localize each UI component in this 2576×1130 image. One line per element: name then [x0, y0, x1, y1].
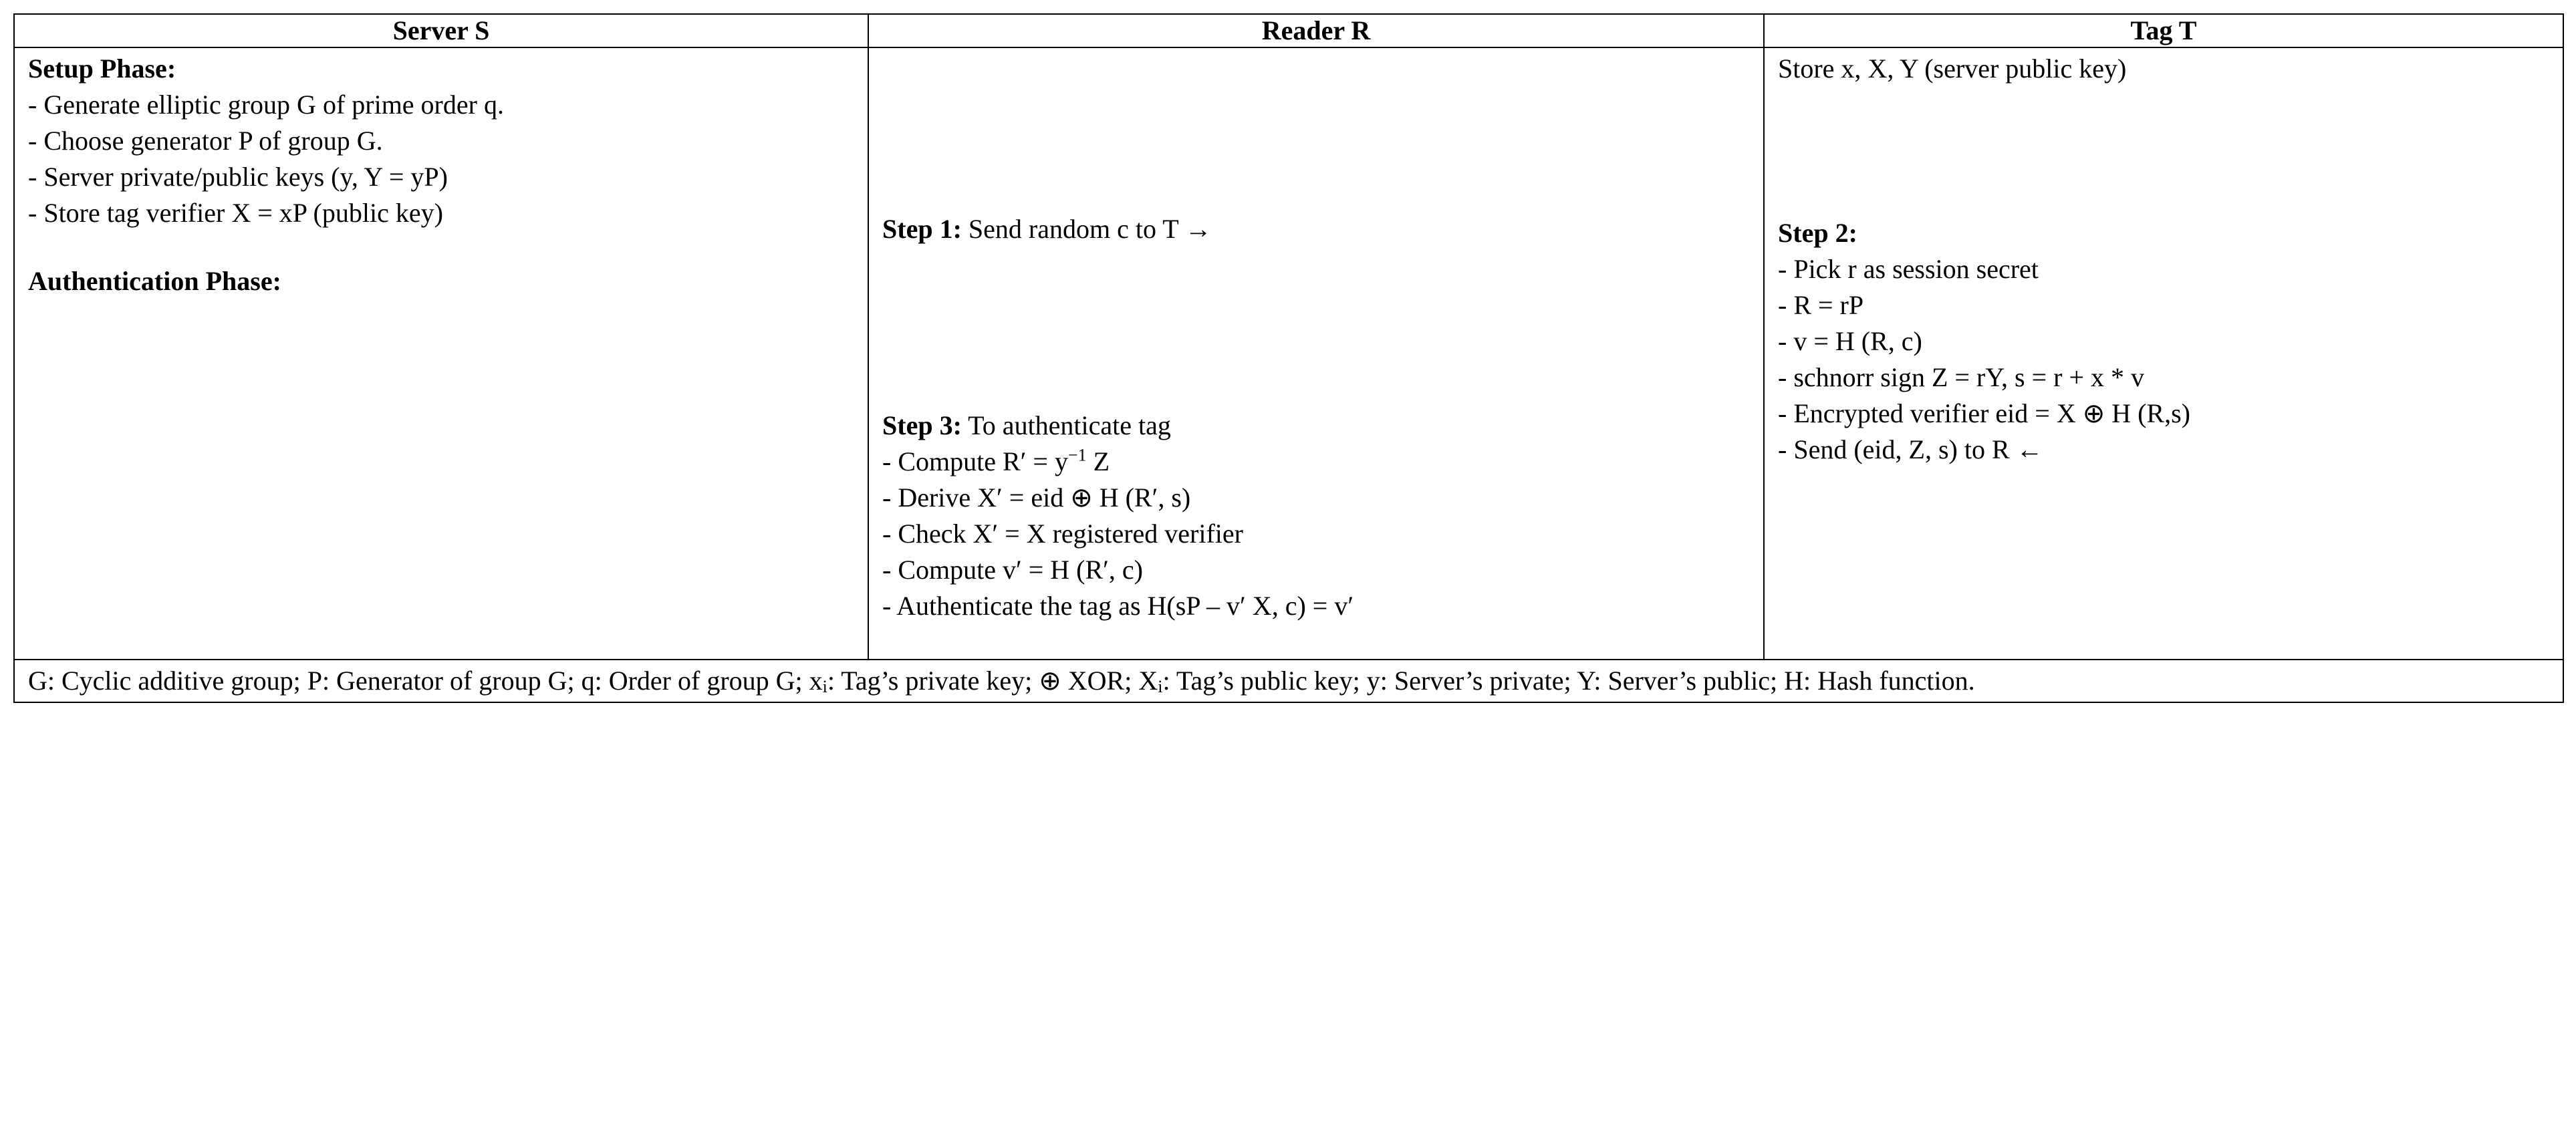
legend-mid1: : Tag’s private key; ⊕ XOR; X — [827, 666, 1158, 696]
step-2d: - schnorr sign Z = rY, s = r + x * v — [1778, 360, 2555, 396]
step-1: Step 1: Send random c to T → — [882, 211, 1755, 247]
step-3d: - Compute v′ = H (R′, c) — [882, 552, 1755, 588]
step-2e: - Encrypted verifier eid = X ⊕ H (R,s) — [1778, 396, 2555, 432]
legend: G: Cyclic additive group; P: Generator o… — [14, 660, 2563, 702]
step-3: Step 3: To authenticate tag — [882, 408, 1755, 444]
legend-pre: G: Cyclic additive group; P: Generator o… — [28, 666, 823, 696]
setup-line-2: - Choose generator P of group G. — [28, 123, 860, 159]
step-3e: - Authenticate the tag as H(sP – v′ X, c… — [882, 588, 1755, 624]
tag-cell: Store x, X, Y (server public key) Step 2… — [1764, 47, 2563, 660]
step-3-label: Step 3: — [882, 410, 962, 440]
header-tag: Tag T — [1764, 14, 2563, 47]
step-2c: - v = H (R, c) — [1778, 323, 2555, 360]
server-cell: Setup Phase: - Generate elliptic group G… — [14, 47, 868, 660]
header-server: Server S — [14, 14, 868, 47]
step-2b: - R = rP — [1778, 287, 2555, 323]
reader-cell: Step 1: Send random c to T → Step 3: To … — [868, 47, 1764, 660]
protocol-table: Server S Reader R Tag T Setup Phase: - G… — [13, 13, 2564, 703]
step-2a: - Pick r as session secret — [1778, 251, 2555, 287]
step-3a: - Compute R′ = y−1 Z — [882, 444, 1755, 480]
legend-sub1: i — [823, 677, 827, 696]
setup-phase-label: Setup Phase: — [28, 51, 860, 87]
step-3b: - Derive X′ = eid ⊕ H (R′, s) — [882, 480, 1755, 516]
legend-mid2: : Tag’s public key; y: Server’s private;… — [1162, 666, 1974, 696]
step-3-text: To authenticate tag — [962, 410, 1171, 440]
step-3a-pre: - Compute R′ = y — [882, 446, 1068, 476]
auth-phase-label: Authentication Phase: — [28, 263, 860, 299]
header-reader: Reader R — [868, 14, 1764, 47]
step-1-text: Send random c to T → — [962, 214, 1212, 244]
step-3a-sup: −1 — [1068, 446, 1087, 465]
setup-line-4: - Store tag verifier X = xP (public key) — [28, 195, 860, 231]
setup-line-3: - Server private/public keys (y, Y = yP) — [28, 159, 860, 195]
setup-line-1: - Generate elliptic group G of prime ord… — [28, 87, 860, 123]
step-3c: - Check X′ = X registered verifier — [882, 516, 1755, 552]
step-3a-post: Z — [1087, 446, 1110, 476]
step-1-label: Step 1: — [882, 214, 962, 244]
tag-store: Store x, X, Y (server public key) — [1778, 51, 2555, 87]
step-2f: - Send (eid, Z, s) to R ← — [1778, 432, 2555, 468]
step-2-label: Step 2: — [1778, 215, 2555, 251]
